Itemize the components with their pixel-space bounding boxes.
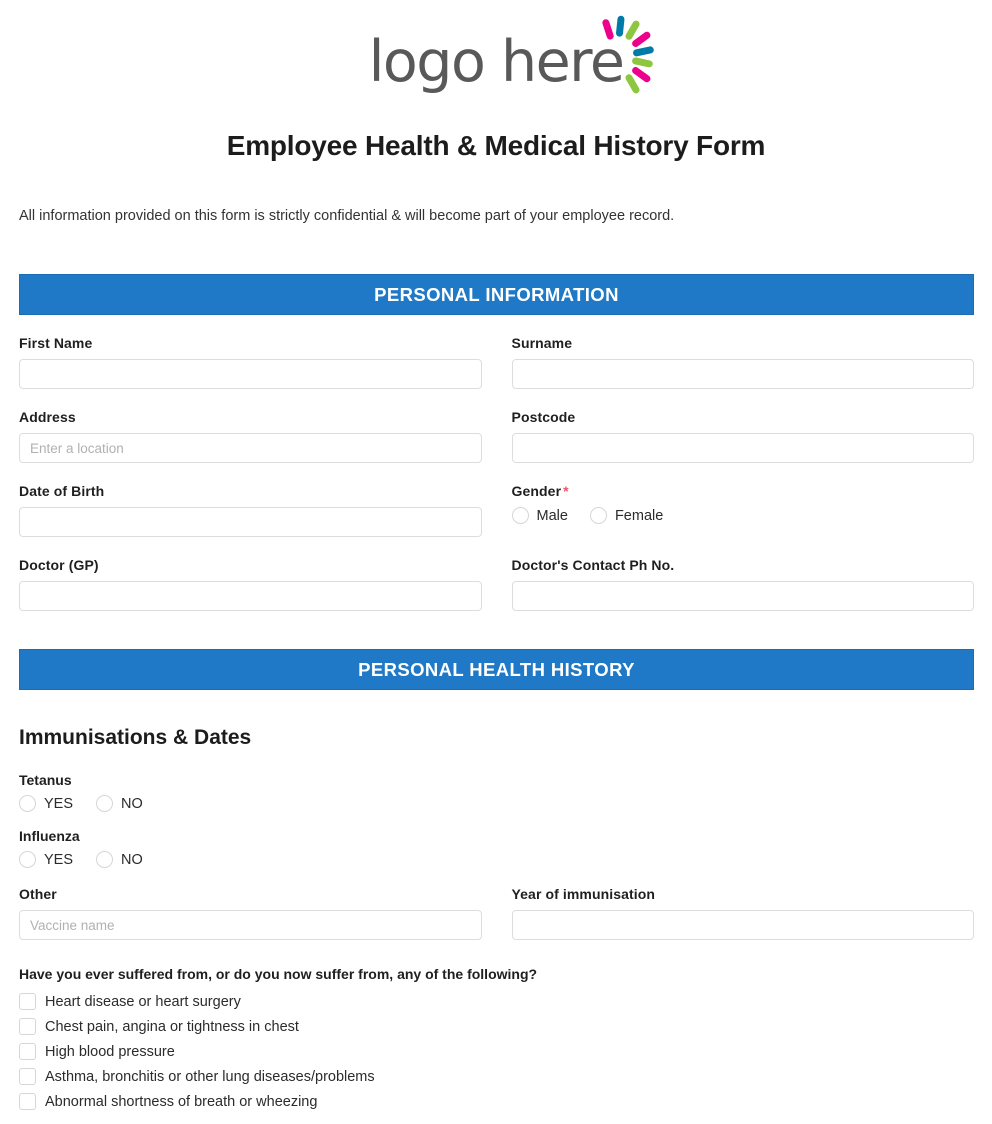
conditions-checkbox-list: Heart disease or heart surgery Chest pain… [19,989,974,1114]
influenza-option-yes-label: YES [44,851,74,868]
postcode-input[interactable] [511,433,974,464]
checkbox-icon[interactable] [19,1068,36,1086]
first-name-label: First Name [19,335,93,352]
other-vaccine-input[interactable] [19,910,482,941]
address-label: Address [19,409,76,426]
field-gender: Gender * Male Female [511,463,975,537]
row-address: Address Postcode [19,389,974,464]
radio-circle-icon[interactable] [511,507,529,525]
checkbox-icon[interactable] [19,1043,36,1061]
gender-label-text: Gender [511,483,562,500]
first-name-input[interactable] [19,359,482,390]
radio-circle-icon[interactable] [96,795,114,813]
year-of-immunisation-input[interactable] [511,910,974,941]
date-of-birth-label: Date of Birth [19,483,105,500]
page-title: Employee Health & Medical History Form [226,130,766,161]
doctor-phone-label: Doctor's Contact Ph No. [511,557,675,574]
field-other-vaccine: Other [19,868,482,941]
condition-checkbox-row[interactable]: Asthma, bronchitis or other lung disease… [19,1064,974,1089]
condition-label: Abnormal shortness of breath or wheezing [45,1093,318,1110]
personal-information-fields: First Name Surname Address Pos [0,315,992,612]
condition-checkbox-row[interactable]: Abnormal shortness of breath or wheezing [19,1089,974,1114]
date-of-birth-input[interactable] [19,507,482,538]
year-of-immunisation-label: Year of immunisation [511,886,656,903]
gender-option-male-label: Male [536,507,568,524]
radio-circle-icon[interactable] [19,795,36,813]
brand-logo: logo here [369,15,654,102]
field-postcode: Postcode [511,389,974,464]
row-doctor: Doctor (GP) Doctor's Contact Ph No. [19,537,974,612]
confidentiality-note: All information provided on this form is… [19,208,675,224]
field-address: Address [19,389,482,464]
radio-circle-icon[interactable] [19,851,36,869]
gender-option-female-label: Female [614,507,664,524]
row-name: First Name Surname [19,315,974,390]
condition-checkbox-row[interactable]: Heart disease or heart surgery [19,989,974,1014]
condition-label: Chest pain, angina or tightness in chest [45,1018,299,1035]
gender-radio-group: Male Female [511,507,975,525]
immunisation-influenza: Influenza YES NO [19,828,974,869]
row-other-vaccine: Other Year of immunisation [19,868,974,941]
section-header-personal-information: PERSONAL INFORMATION [19,274,974,316]
required-asterisk: * [563,483,569,500]
gender-label: Gender * [512,483,975,499]
field-year-of-immunisation: Year of immunisation [511,868,974,941]
influenza-option-no[interactable]: NO [96,851,143,869]
condition-label: High blood pressure [45,1043,175,1060]
tetanus-option-yes-label: YES [44,795,74,812]
row-dob-gender: Date of Birth Gender * Male Female [19,463,975,538]
checkbox-icon[interactable] [19,993,36,1011]
field-first-name: First Name [19,315,482,390]
influenza-label: Influenza [19,828,80,845]
doctor-gp-input[interactable] [19,581,482,612]
field-date-of-birth: Date of Birth [19,463,482,538]
personal-health-history-fields: Immunisations & Dates Tetanus YES NO Inf… [0,726,992,1114]
section-header-personal-health-history: PERSONAL HEALTH HISTORY [19,649,974,691]
doctor-gp-label: Doctor (GP) [19,557,99,574]
influenza-option-no-label: NO [121,851,143,868]
immunisations-subheading: Immunisations & Dates [19,726,252,750]
logo-burst-icon [574,14,660,100]
logo-header: logo here [0,0,992,104]
checkbox-icon[interactable] [19,1093,36,1111]
postcode-label: Postcode [511,409,576,426]
field-surname: Surname [511,315,974,390]
tetanus-label: Tetanus [19,772,72,789]
surname-label: Surname [511,335,573,352]
form-page: logo here Employee Health & Medical Hist… [0,0,992,1124]
surname-input[interactable] [511,359,974,390]
other-vaccine-label: Other [19,886,57,903]
influenza-option-yes[interactable]: YES [19,851,74,869]
tetanus-option-no[interactable]: NO [96,795,143,813]
tetanus-radio-group: YES NO [19,795,974,813]
radio-circle-icon[interactable] [96,851,114,869]
conditions-question: Have you ever suffered from, or do you n… [19,966,538,983]
field-doctor-phone: Doctor's Contact Ph No. [511,537,974,612]
tetanus-option-no-label: NO [121,795,143,812]
field-doctor-gp: Doctor (GP) [19,537,482,612]
condition-checkbox-row[interactable]: High blood pressure [19,1039,974,1064]
tetanus-option-yes[interactable]: YES [19,795,74,813]
gender-option-female[interactable]: Female [589,507,664,525]
checkbox-icon[interactable] [19,1018,36,1036]
address-input[interactable] [19,433,482,464]
gender-option-male[interactable]: Male [511,507,568,525]
radio-circle-icon[interactable] [589,507,607,525]
immunisation-tetanus: Tetanus YES NO [19,772,974,813]
condition-checkbox-row[interactable]: Chest pain, angina or tightness in chest [19,1014,974,1039]
influenza-radio-group: YES NO [19,851,974,869]
condition-label: Heart disease or heart surgery [45,993,241,1010]
doctor-phone-input[interactable] [511,581,974,612]
condition-label: Asthma, bronchitis or other lung disease… [45,1068,375,1085]
